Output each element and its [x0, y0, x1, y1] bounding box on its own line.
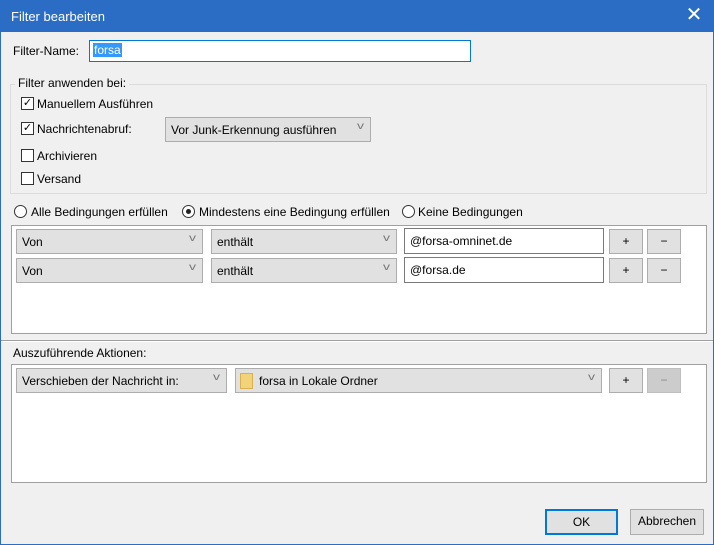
add-action-button[interactable]: +: [609, 368, 643, 393]
cancel-button[interactable]: Abbrechen: [630, 509, 704, 535]
add-condition-button[interactable]: +: [609, 229, 643, 254]
chevron-down-icon: v: [588, 372, 595, 383]
condition-field-value: Von: [22, 264, 43, 278]
condition-value-input[interactable]: @forsa-omninet.de: [404, 228, 604, 254]
label-none: Keine Bedingungen: [418, 205, 523, 219]
actions-label: Auszuführende Aktionen:: [13, 346, 147, 360]
folder-icon: [240, 373, 253, 389]
title-bar: Filter bearbeiten ✕: [0, 0, 714, 32]
condition-operator-value: enthält: [217, 264, 254, 278]
condition-field-value: Von: [22, 235, 43, 249]
checkbox-manual[interactable]: ✓: [21, 97, 34, 110]
filter-name-label: Filter-Name:: [13, 44, 80, 58]
checkbox-fetch[interactable]: ✓: [21, 122, 34, 135]
close-icon[interactable]: ✕: [682, 4, 706, 28]
condition-operator-value: enthält: [217, 235, 254, 249]
checkbox-send[interactable]: [21, 172, 34, 185]
action-type-value: Verschieben der Nachricht in:: [22, 374, 179, 388]
label-manual: Manuellem Ausführen: [37, 97, 154, 111]
label-all: Alle Bedingungen erfüllen: [31, 205, 168, 219]
splitter[interactable]: [1, 340, 713, 342]
chevron-down-icon: v: [189, 233, 196, 244]
label-archive: Archivieren: [37, 149, 98, 163]
condition-operator-select[interactable]: enthält v: [211, 229, 397, 254]
remove-action-button: −: [647, 368, 681, 393]
chevron-down-icon: v: [383, 262, 390, 273]
action-target-value: forsa in Lokale Ordner: [259, 374, 378, 388]
radio-all[interactable]: [14, 205, 27, 218]
chevron-down-icon: v: [357, 121, 364, 132]
ok-button[interactable]: OK: [545, 509, 618, 535]
chevron-down-icon: v: [383, 233, 390, 244]
condition-operator-select[interactable]: enthält v: [211, 258, 397, 283]
label-any: Mindestens eine Bedingung erfüllen: [199, 205, 390, 219]
remove-condition-button[interactable]: −: [647, 258, 681, 283]
filter-name-value: forsa: [93, 43, 122, 57]
apply-legend: Filter anwenden bei:: [15, 76, 130, 90]
label-send: Versand: [37, 172, 82, 186]
window-title: Filter bearbeiten: [11, 9, 105, 24]
filter-name-input[interactable]: forsa: [89, 40, 471, 62]
radio-none[interactable]: [402, 205, 415, 218]
action-type-select[interactable]: Verschieben der Nachricht in: v: [16, 368, 227, 393]
action-target-select[interactable]: forsa in Lokale Ordner v: [235, 368, 602, 393]
chevron-down-icon: v: [189, 262, 196, 273]
label-fetch: Nachrichtenabruf:: [37, 122, 132, 136]
condition-value-input[interactable]: @forsa.de: [404, 257, 604, 283]
fetch-timing-select[interactable]: Vor Junk-Erkennung ausführen v: [165, 117, 371, 142]
add-condition-button[interactable]: +: [609, 258, 643, 283]
fetch-timing-value: Vor Junk-Erkennung ausführen: [171, 123, 337, 137]
condition-field-select[interactable]: Von v: [16, 258, 203, 283]
remove-condition-button[interactable]: −: [647, 229, 681, 254]
radio-any[interactable]: [182, 205, 195, 218]
checkbox-archive[interactable]: [21, 149, 34, 162]
chevron-down-icon: v: [213, 372, 220, 383]
condition-field-select[interactable]: Von v: [16, 229, 203, 254]
